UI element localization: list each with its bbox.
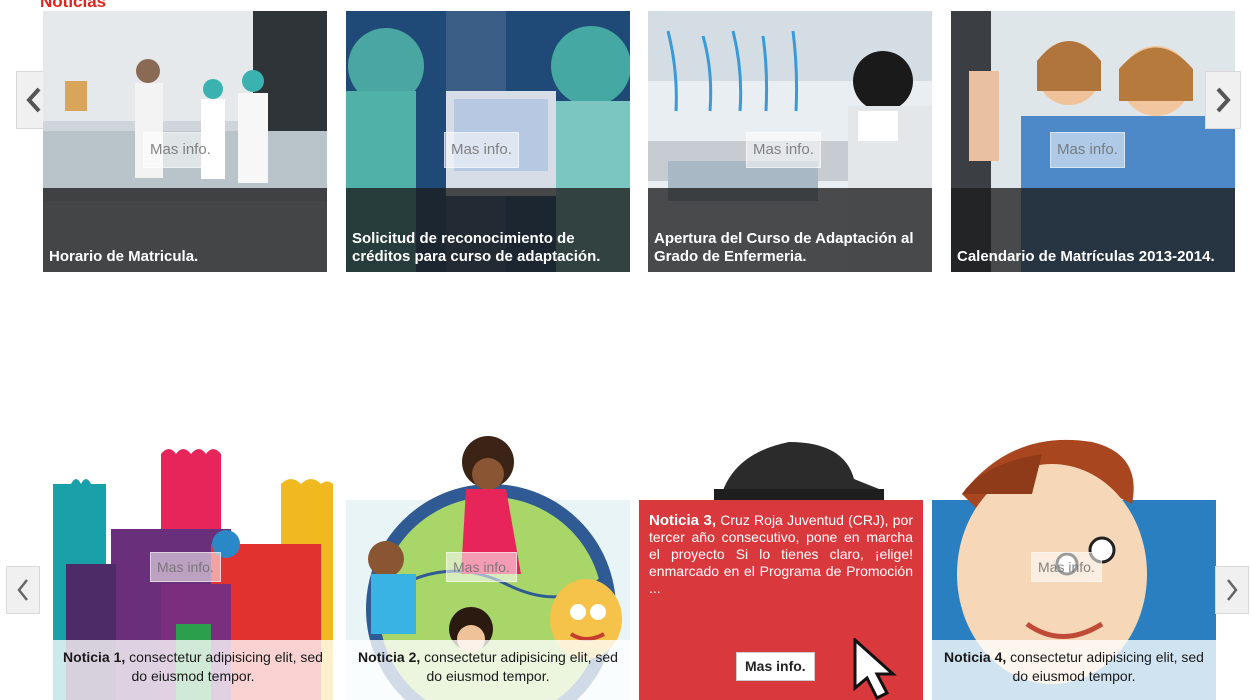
chevron-left-icon: [26, 87, 41, 113]
news-caption: Noticia 1, consectetur adipisicing elit,…: [51, 640, 335, 700]
news-card[interactable]: Mas info. Apertura del Curso de Adaptaci…: [648, 11, 932, 272]
news-summary-panel: Noticia 3, Cruz Roja Juventud (CRJ), por…: [639, 500, 923, 700]
news-caption: Calendario de Matrículas 2013-2014.: [951, 188, 1235, 272]
news-card[interactable]: Mas info. Horario de Matricula.: [43, 11, 327, 272]
carousel-prev-button[interactable]: [6, 566, 40, 614]
more-info-button[interactable]: Mas info.: [446, 552, 517, 582]
news-card[interactable]: Mas info. Noticia 2, consectetur adipisi…: [346, 434, 630, 700]
news-caption: Noticia 2, consectetur adipisicing elit,…: [346, 640, 630, 700]
news-card[interactable]: Mas info. Noticia 4, consectetur adipisi…: [932, 434, 1216, 700]
mouse-cursor-icon: [853, 638, 897, 700]
more-info-button[interactable]: Mas info.: [150, 552, 221, 582]
news-card[interactable]: Mas info. Calendario de Matrículas 2013-…: [951, 11, 1235, 272]
carousel-next-button[interactable]: [1215, 566, 1249, 614]
more-info-button[interactable]: Mas info.: [746, 132, 821, 168]
carousel-next-button[interactable]: [1205, 71, 1241, 129]
more-info-button[interactable]: Mas info.: [444, 132, 519, 168]
more-info-button[interactable]: Mas info.: [143, 132, 218, 168]
news-card[interactable]: Mas info. Solicitud de reconocimiento de…: [346, 11, 630, 272]
news-card-highlighted[interactable]: Noticia 3, Cruz Roja Juventud (CRJ), por…: [639, 434, 923, 700]
news-card[interactable]: Mas info. Noticia 1, consectetur adipisi…: [51, 434, 335, 700]
more-info-button[interactable]: Mas info.: [736, 652, 815, 681]
more-info-button[interactable]: Mas info.: [1050, 132, 1125, 168]
news-caption: Solicitud de reconocimiento de créditos …: [346, 188, 630, 272]
news-caption: Noticia 4, consectetur adipisicing elit,…: [932, 640, 1216, 700]
chevron-right-icon: [1227, 579, 1238, 601]
more-info-button[interactable]: Mas info.: [1031, 552, 1102, 582]
chevron-right-icon: [1216, 87, 1231, 113]
news-caption: Horario de Matricula.: [43, 188, 327, 272]
news-caption: Apertura del Curso de Adaptación al Grad…: [648, 188, 932, 272]
chevron-left-icon: [17, 579, 28, 601]
